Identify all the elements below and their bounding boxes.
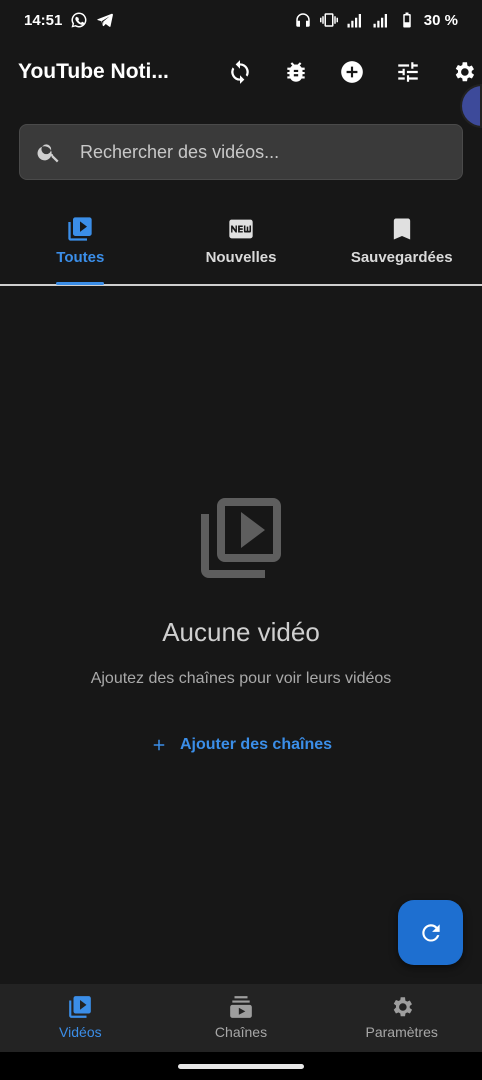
nav-videos-label: Vidéos	[59, 1024, 102, 1040]
empty-state: Aucune vidéo Ajoutez des chaînes pour vo…	[0, 490, 482, 764]
status-left: 14:51	[24, 11, 114, 29]
empty-title: Aucune vidéo	[162, 617, 320, 647]
status-time: 14:51	[24, 11, 63, 29]
subscriptions-icon	[230, 996, 252, 1018]
telegram-icon	[96, 11, 114, 29]
video-library-icon	[68, 217, 92, 241]
refresh-button[interactable]	[398, 900, 463, 965]
video-library-icon	[69, 996, 92, 1018]
bug-icon	[287, 62, 305, 82]
add-channels-button[interactable]: Ajouter des chaînes	[124, 726, 358, 764]
tune-icon	[398, 62, 418, 82]
search-icon	[37, 144, 59, 163]
bottom-navigation: Vidéos Chaînes Paramètres	[0, 984, 482, 1052]
search-bar[interactable]	[19, 124, 463, 180]
battery-percentage: 30 %	[423, 11, 458, 29]
nav-settings[interactable]: Paramètres	[321, 984, 482, 1052]
sync-button[interactable]	[212, 44, 268, 100]
tab-bar: Toutes Nouvelles Sauvegardées	[0, 200, 482, 286]
new-badge-icon	[229, 219, 253, 239]
video-library-icon	[193, 490, 289, 591]
add-circle-icon	[341, 61, 363, 83]
nav-channels-label: Chaînes	[214, 1024, 268, 1040]
app-bar: YouTube Noti...	[0, 40, 482, 104]
add-button[interactable]	[324, 44, 380, 100]
signal-4g-icon	[346, 11, 364, 29]
nav-settings-label: Paramètres	[365, 1024, 438, 1040]
plus-icon	[153, 739, 165, 751]
battery-icon	[398, 11, 416, 29]
tab-new[interactable]: Nouvelles	[161, 200, 322, 284]
search-input[interactable]	[80, 141, 440, 163]
tab-indicator	[56, 282, 105, 285]
empty-subtitle: Ajoutez des chaînes pour voir leurs vidé…	[90, 670, 392, 687]
filter-button[interactable]	[380, 44, 436, 100]
sync-icon	[231, 60, 249, 84]
status-right: 30 %	[294, 11, 458, 29]
settings-icon	[393, 997, 412, 1017]
add-channels-label: Ajouter des chaînes	[179, 736, 333, 753]
app-title: YouTube Noti...	[18, 60, 169, 83]
tab-all[interactable]: Toutes	[0, 200, 161, 285]
headphones-icon	[294, 11, 312, 29]
tab-saved[interactable]: Sauvegardées	[321, 200, 482, 284]
nav-videos[interactable]: Vidéos	[0, 984, 161, 1052]
nav-channels[interactable]: Chaînes	[161, 984, 322, 1052]
status-bar: 14:51 30 %	[0, 0, 482, 40]
signal-icon	[372, 11, 390, 29]
vibrate-icon	[319, 11, 338, 29]
home-indicator[interactable]	[178, 1064, 304, 1069]
whatsapp-icon	[70, 11, 88, 29]
tab-new-label: Nouvelles	[205, 249, 277, 266]
settings-icon	[455, 62, 475, 82]
debug-button[interactable]	[268, 44, 324, 100]
app-bar-actions	[212, 40, 482, 104]
tab-saved-label: Sauvegardées	[350, 249, 453, 266]
bookmark-icon	[393, 218, 410, 240]
refresh-icon	[421, 923, 440, 942]
tab-all-label: Toutes	[56, 249, 105, 266]
